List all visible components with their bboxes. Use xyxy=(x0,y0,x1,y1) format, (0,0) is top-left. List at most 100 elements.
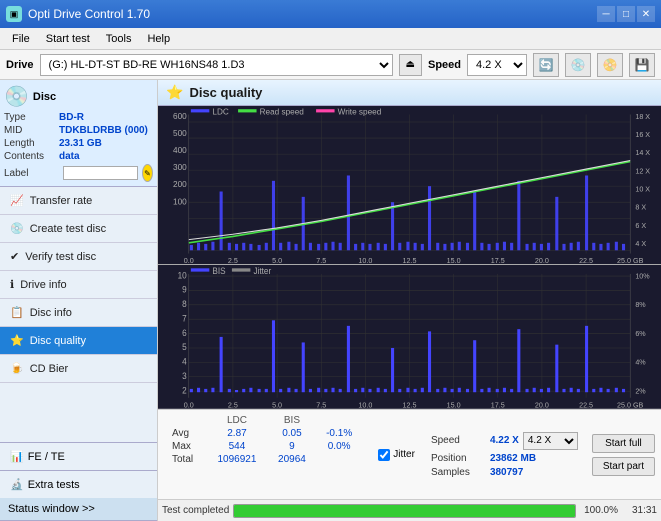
stats-table-area: LDC BIS Avg 2.87 0.05 -0.1% xyxy=(158,410,370,499)
stats-total-row: Total 1096921 20964 xyxy=(166,453,362,466)
menu-tools[interactable]: Tools xyxy=(98,31,140,47)
nav-items: 📈 Transfer rate 💿 Create test disc ✔ Ver… xyxy=(0,187,157,442)
svg-text:5.0: 5.0 xyxy=(272,256,282,264)
chart1-svg: 600 500 400 300 200 100 18 X 16 X 14 X 1… xyxy=(158,106,661,264)
chart2-svg: 10 9 8 7 6 5 4 3 2 10% 8% 6% 4% 2% 0.0 xyxy=(158,265,661,409)
content-header: ⭐ Disc quality xyxy=(158,80,661,106)
svg-text:5: 5 xyxy=(182,342,187,352)
max-label: Max xyxy=(166,440,206,453)
nav-disc-info[interactable]: 📋 Disc info xyxy=(0,299,157,327)
nav-extra-tests[interactable]: 🔬 Extra tests xyxy=(0,471,157,498)
status-window[interactable]: Status window >> xyxy=(0,498,157,521)
nav-transfer-rate[interactable]: 📈 Transfer rate xyxy=(0,187,157,215)
svg-text:6: 6 xyxy=(182,328,187,338)
svg-text:16 X: 16 X xyxy=(635,130,650,139)
svg-text:15.0: 15.0 xyxy=(447,401,461,409)
svg-text:6 X: 6 X xyxy=(635,221,646,230)
svg-text:LDC: LDC xyxy=(212,106,228,116)
svg-text:18 X: 18 X xyxy=(635,112,650,121)
eject-button[interactable]: ⏏ xyxy=(399,54,422,76)
nav-fe-te[interactable]: 📊 FE / TE xyxy=(0,443,157,471)
nav-cd-bier[interactable]: 🍺 CD Bier xyxy=(0,355,157,383)
disc-label-row: Label ✎ xyxy=(4,164,153,182)
jitter-checkbox[interactable] xyxy=(378,449,390,461)
position-row: Position 23862 MB xyxy=(431,453,578,464)
disc-button1[interactable]: 💿 xyxy=(565,53,591,77)
maximize-button[interactable]: □ xyxy=(617,6,635,22)
disc-panel: 💿 Disc Type BD-R MID TDKBLDRBB (000) Len… xyxy=(0,80,157,187)
col-header-bis: BIS xyxy=(268,414,316,427)
menu-start-test[interactable]: Start test xyxy=(38,31,98,47)
samples-val: 380797 xyxy=(490,467,523,478)
progress-time: 31:31 xyxy=(622,505,657,516)
disc-contents-row: Contents data xyxy=(4,151,153,162)
label-input[interactable] xyxy=(63,166,138,180)
svg-text:Jitter: Jitter xyxy=(253,266,271,276)
disc-quality-label: Disc quality xyxy=(30,335,86,347)
menu-help[interactable]: Help xyxy=(139,31,178,47)
max-ldc: 544 xyxy=(206,440,268,453)
svg-text:6%: 6% xyxy=(635,329,646,338)
position-label: Position xyxy=(431,453,486,464)
nav-disc-quality[interactable]: ⭐ Disc quality xyxy=(0,327,157,355)
refresh-button[interactable]: 🔄 xyxy=(533,53,559,77)
main-layout: 💿 Disc Type BD-R MID TDKBLDRBB (000) Len… xyxy=(0,80,661,521)
start-part-button[interactable]: Start part xyxy=(592,457,655,476)
extra-tests-icon: 🔬 xyxy=(10,478,24,491)
progress-bar-area: Test completed 100.0% 31:31 xyxy=(158,499,661,521)
svg-text:12.5: 12.5 xyxy=(403,256,417,264)
svg-text:20.0: 20.0 xyxy=(535,256,549,264)
disc-header: 💿 Disc xyxy=(4,84,153,112)
svg-text:12.5: 12.5 xyxy=(403,401,417,409)
speed-dropdown[interactable]: 4.2 X xyxy=(523,432,578,450)
disc-mid-row: MID TDKBLDRBB (000) xyxy=(4,125,153,136)
speed-select[interactable]: 4.2 X xyxy=(467,54,527,76)
svg-text:0.0: 0.0 xyxy=(184,401,194,409)
nav-create-test-disc[interactable]: 💿 Create test disc xyxy=(0,215,157,243)
transfer-rate-label: Transfer rate xyxy=(30,195,93,207)
disc-button2[interactable]: 📀 xyxy=(597,53,623,77)
svg-text:BIS: BIS xyxy=(212,266,226,276)
label-btn[interactable]: ✎ xyxy=(142,164,153,182)
nav-drive-info[interactable]: ℹ Drive info xyxy=(0,271,157,299)
verify-test-disc-label: Verify test disc xyxy=(25,251,96,263)
titlebar-left: ▣ Opti Drive Control 1.70 xyxy=(6,6,150,22)
svg-text:10.0: 10.0 xyxy=(358,256,372,264)
svg-text:14 X: 14 X xyxy=(635,148,650,157)
save-button[interactable]: 💾 xyxy=(629,53,655,77)
progress-fill xyxy=(234,505,575,517)
avg-bis: 0.05 xyxy=(268,427,316,440)
avg-jitter: -0.1% xyxy=(316,427,362,440)
svg-text:8 X: 8 X xyxy=(635,203,646,212)
disc-info-icon: 📋 xyxy=(10,306,24,319)
cd-bier-label: CD Bier xyxy=(30,363,69,375)
type-label: Type xyxy=(4,112,59,123)
disc-type-row: Type BD-R xyxy=(4,112,153,123)
app-title: Opti Drive Control 1.70 xyxy=(28,7,150,21)
svg-text:4%: 4% xyxy=(635,357,646,366)
menu-file[interactable]: File xyxy=(4,31,38,47)
close-button[interactable]: ✕ xyxy=(637,6,655,22)
disc-quality-icon: ⭐ xyxy=(10,334,24,347)
svg-text:100: 100 xyxy=(173,196,187,206)
titlebar: ▣ Opti Drive Control 1.70 ─ □ ✕ xyxy=(0,0,661,28)
stats-table: LDC BIS Avg 2.87 0.05 -0.1% xyxy=(166,414,362,466)
nav-verify-test-disc[interactable]: ✔ Verify test disc xyxy=(0,243,157,271)
drive-select[interactable]: (G:) HL-DT-ST BD-RE WH16NS48 1.D3 xyxy=(40,54,393,76)
menubar: File Start test Tools Help xyxy=(0,28,661,50)
disc-length-row: Length 23.31 GB xyxy=(4,138,153,149)
start-full-button[interactable]: Start full xyxy=(592,434,655,453)
speed-col: Speed 4.22 X 4.2 X Position 23862 MB Sam… xyxy=(423,410,586,499)
minimize-button[interactable]: ─ xyxy=(597,6,615,22)
speed-row-label: Speed xyxy=(431,435,486,446)
svg-text:25.0 GB: 25.0 GB xyxy=(617,256,643,264)
mid-label: MID xyxy=(4,125,59,136)
svg-text:25.0 GB: 25.0 GB xyxy=(617,401,643,409)
svg-text:4: 4 xyxy=(182,356,187,366)
svg-text:500: 500 xyxy=(173,128,187,138)
svg-text:4 X: 4 X xyxy=(635,239,646,248)
type-value: BD-R xyxy=(59,112,84,123)
max-jitter: 0.0% xyxy=(316,440,362,453)
chart2-container: 10 9 8 7 6 5 4 3 2 10% 8% 6% 4% 2% 0.0 xyxy=(158,265,661,409)
drive-info-label: Drive info xyxy=(20,279,66,291)
